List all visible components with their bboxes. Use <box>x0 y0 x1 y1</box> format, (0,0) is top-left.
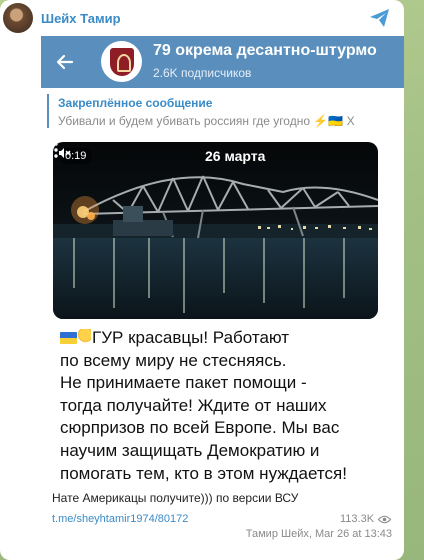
view-count-label: 113.3K <box>340 513 375 525</box>
message-meta: Тамир Шейх, Mar 26 at 13:43 <box>245 528 392 540</box>
ukraine-flag-icon <box>60 332 77 344</box>
chat-background-edge <box>404 0 424 560</box>
video-date-label: 26 марта <box>205 148 266 164</box>
caption-text: ГУР красавцы! Работают <box>92 328 290 347</box>
channel-avatar[interactable] <box>101 41 142 82</box>
caption-line: Не принимаете пакет помощи - <box>60 373 307 393</box>
channel-header: 79 окрема десантно-штурмо 2.6K подписчик… <box>41 36 404 88</box>
message-text: Нате Америкацы получите))) по версии ВСУ <box>52 491 299 505</box>
caption-line: помогать тем, кто в этом нуждается! <box>60 463 347 483</box>
video-frame <box>53 175 378 319</box>
eye-icon <box>378 515 392 523</box>
back-arrow-icon[interactable] <box>55 52 75 72</box>
post-caption: ГУР красавцы! Работают по всему миру не … <box>60 327 380 485</box>
channel-subscribers: 2.6K подписчиков <box>153 66 252 80</box>
pinned-text: Убивали и будем убивать россиян где угод… <box>58 114 355 128</box>
caption-line: тогда получайте! Ждите от наших <box>60 395 327 415</box>
message-card: Шейх Тамир 79 окрема десантно-штурмо 2.6… <box>0 0 404 560</box>
caption-line: по всему миру не стесняясь. <box>60 350 287 370</box>
embedded-channel-preview[interactable]: 79 окрема десантно-штурмо 2.6K подписчик… <box>41 36 404 134</box>
pinned-message[interactable]: Закреплённое сообщение Убивали и будем у… <box>41 88 404 134</box>
pinned-indicator <box>47 94 49 128</box>
share-icon[interactable] <box>369 8 391 28</box>
more-vertical-icon[interactable] <box>53 142 59 158</box>
author-avatar[interactable] <box>3 3 33 33</box>
channel-emblem-icon <box>109 47 134 76</box>
caption-line: ГУР красавцы! Работают <box>60 327 380 350</box>
caption-line: сюрпризов по всей Европе. Мы вас <box>60 418 340 438</box>
mute-icon[interactable] <box>59 148 71 158</box>
pinned-title: Закреплённое сообщение <box>58 96 213 110</box>
muscle-icon <box>77 329 91 345</box>
caption-line: научим защищать Демократию и <box>60 440 320 460</box>
view-count: 113.3K <box>340 513 392 525</box>
message-link[interactable]: t.me/sheyhtamir1974/80172 <box>52 513 188 525</box>
video-player[interactable]: 0:19 26 марта <box>53 142 378 319</box>
video-duration: 0:19 <box>59 148 93 164</box>
author-name[interactable]: Шейх Тамир <box>41 11 121 26</box>
channel-title[interactable]: 79 окрема десантно-штурмо <box>153 42 403 60</box>
message-header: Шейх Тамир <box>0 0 404 36</box>
